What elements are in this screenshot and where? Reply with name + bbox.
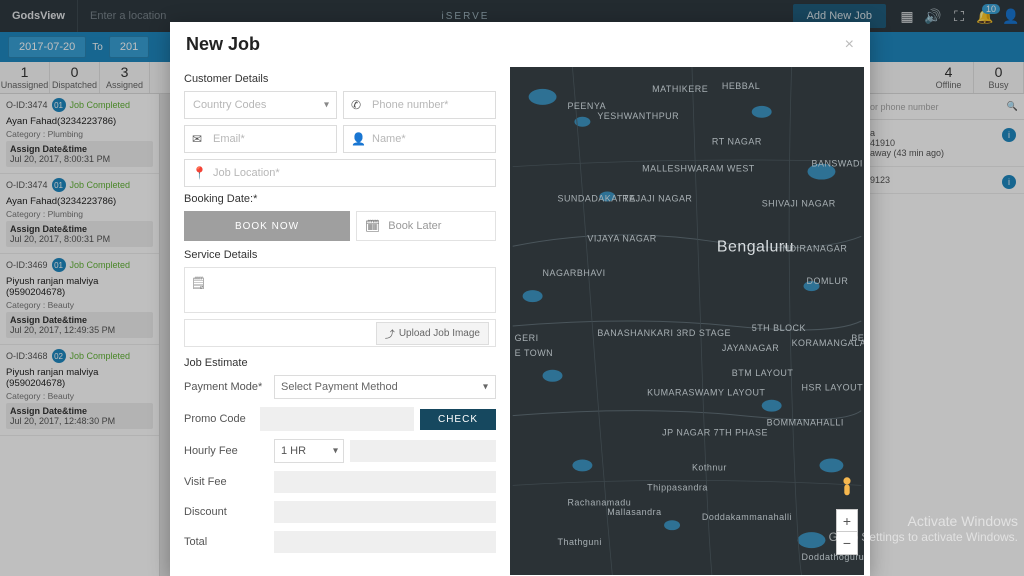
hourly-fee-value bbox=[350, 440, 496, 462]
upload-job-image-button[interactable]: ⤴ Upload Job Image bbox=[376, 322, 489, 345]
section-customer-details: Customer Details bbox=[184, 73, 496, 85]
svg-text:BE: BE bbox=[851, 333, 864, 343]
person-icon: 👤 bbox=[351, 132, 366, 146]
pegman-icon[interactable] bbox=[838, 475, 856, 503]
svg-text:Thathguni: Thathguni bbox=[558, 537, 602, 547]
section-service-details: Service Details bbox=[184, 249, 496, 261]
svg-text:Rachanamadu: Rachanamadu bbox=[567, 497, 631, 507]
visit-fee-label: Visit Fee bbox=[184, 476, 274, 488]
svg-text:E TOWN: E TOWN bbox=[515, 348, 553, 358]
service-details-box[interactable]: 🗒 bbox=[184, 267, 496, 313]
new-job-modal: New Job × Customer Details Country Codes… bbox=[170, 22, 870, 576]
svg-text:INDIRANAGAR: INDIRANAGAR bbox=[780, 243, 848, 253]
svg-text:BOMMANAHALLI: BOMMANAHALLI bbox=[767, 418, 844, 428]
discount-label: Discount bbox=[184, 506, 274, 518]
new-job-form: Customer Details Country Codes ✆ ✉ 👤 bbox=[170, 65, 510, 575]
svg-text:DOMLUR: DOMLUR bbox=[807, 276, 849, 286]
zoom-in-button[interactable]: + bbox=[837, 510, 857, 532]
svg-text:VIJAYA NAGAR: VIJAYA NAGAR bbox=[587, 233, 656, 243]
svg-text:Thippasandra: Thippasandra bbox=[647, 482, 708, 492]
clipboard-icon: 🗒 bbox=[191, 276, 206, 290]
email-icon: ✉ bbox=[192, 132, 202, 146]
svg-text:PEENYA: PEENYA bbox=[567, 101, 606, 111]
svg-text:Kothnur: Kothnur bbox=[692, 462, 727, 472]
svg-text:MALLESHWARAM WEST: MALLESHWARAM WEST bbox=[642, 164, 755, 174]
hourly-fee-label: Hourly Fee bbox=[184, 445, 274, 457]
email-input[interactable] bbox=[184, 125, 337, 153]
svg-text:GERI: GERI bbox=[515, 333, 539, 343]
phone-input[interactable] bbox=[343, 91, 496, 119]
total-value bbox=[274, 531, 496, 553]
svg-text:BANSWADI: BANSWADI bbox=[812, 159, 863, 169]
svg-text:YESHWANTHPUR: YESHWANTHPUR bbox=[597, 111, 679, 121]
hourly-select[interactable]: 1 HR bbox=[274, 439, 344, 463]
svg-text:NAGARBHAVI: NAGARBHAVI bbox=[543, 268, 606, 278]
phone-icon: ✆ bbox=[351, 98, 361, 112]
country-code-select[interactable]: Country Codes bbox=[184, 91, 337, 119]
promo-code-label: Promo Code bbox=[184, 413, 260, 425]
calendar-icon: 🗓 bbox=[365, 219, 380, 233]
promo-code-input[interactable] bbox=[260, 407, 414, 431]
discount-value bbox=[274, 501, 496, 523]
job-location-map[interactable]: Bengaluru MATHIKERE HEBBAL PEENYA YESHWA… bbox=[510, 67, 864, 575]
section-job-estimate: Job Estimate bbox=[184, 357, 496, 369]
modal-title: New Job bbox=[186, 34, 260, 55]
zoom-out-button[interactable]: − bbox=[837, 532, 857, 554]
svg-text:BTM LAYOUT: BTM LAYOUT bbox=[732, 368, 794, 378]
svg-text:SHIVAJI NAGAR: SHIVAJI NAGAR bbox=[762, 198, 836, 208]
book-now-button[interactable]: BOOK NOW bbox=[184, 211, 350, 241]
svg-text:JP NAGAR 7TH PHASE: JP NAGAR 7TH PHASE bbox=[662, 428, 768, 438]
payment-mode-select[interactable]: Select Payment Method bbox=[274, 375, 496, 399]
book-later-button[interactable]: 🗓 Book Later bbox=[356, 211, 496, 241]
svg-text:Doddakammanahalli: Doddakammanahalli bbox=[702, 512, 792, 522]
upload-icon: ⤴ bbox=[385, 326, 395, 341]
svg-text:HEBBAL: HEBBAL bbox=[722, 81, 760, 91]
location-input[interactable] bbox=[184, 159, 496, 187]
svg-text:BANASHANKARI 3RD STAGE: BANASHANKARI 3RD STAGE bbox=[597, 328, 731, 338]
pin-icon: 📍 bbox=[192, 166, 207, 180]
svg-text:HSR LAYOUT: HSR LAYOUT bbox=[802, 383, 864, 393]
svg-text:Mallasandra: Mallasandra bbox=[607, 507, 661, 517]
svg-text:RAJAJI NAGAR: RAJAJI NAGAR bbox=[622, 193, 692, 203]
svg-text:RT NAGAR: RT NAGAR bbox=[712, 137, 762, 147]
section-booking-date: Booking Date:* bbox=[184, 193, 496, 205]
svg-text:JAYANAGAR: JAYANAGAR bbox=[722, 343, 779, 353]
visit-fee-value bbox=[274, 471, 496, 493]
upload-bar: ⤴ Upload Job Image bbox=[184, 319, 496, 347]
svg-text:MATHIKERE: MATHIKERE bbox=[652, 84, 708, 94]
map-zoom: + − bbox=[836, 509, 858, 555]
svg-text:KUMARASWAMY LAYOUT: KUMARASWAMY LAYOUT bbox=[647, 388, 765, 398]
svg-text:5TH BLOCK: 5TH BLOCK bbox=[752, 323, 806, 333]
payment-mode-label: Payment Mode* bbox=[184, 381, 274, 393]
check-button[interactable]: CHECK bbox=[420, 409, 496, 430]
total-label: Total bbox=[184, 536, 274, 548]
close-icon[interactable]: × bbox=[845, 36, 854, 54]
